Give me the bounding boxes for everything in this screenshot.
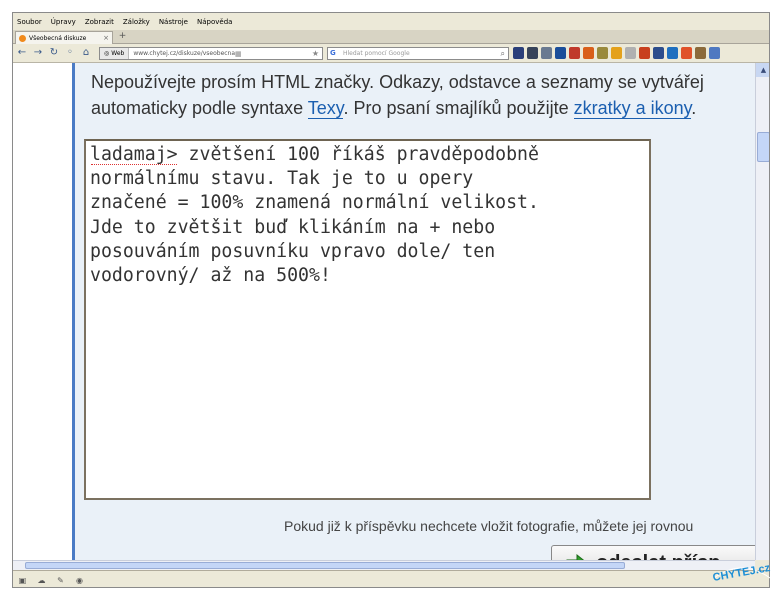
addon-8-icon[interactable] bbox=[611, 47, 622, 59]
menu-edit[interactable]: Úpravy bbox=[51, 18, 76, 26]
status-icon-4[interactable]: ◉ bbox=[74, 576, 85, 585]
address-bar[interactable]: ◎ Web www.chytej.cz/diskuze/vseobecna ▦ … bbox=[99, 47, 323, 60]
vertical-scrollbar[interactable]: ▲ bbox=[755, 63, 769, 560]
addon-11-icon[interactable] bbox=[653, 47, 664, 59]
feed-icon[interactable]: ▦ bbox=[235, 50, 245, 58]
google-engine-icon[interactable]: G bbox=[330, 49, 340, 58]
scroll-up-icon[interactable]: ▲ bbox=[756, 63, 769, 77]
tab-title: Všeobecná diskuze bbox=[29, 34, 87, 42]
comment-textarea[interactable]: ladamaj> zvětšení 100 říkáš pravděpodobn… bbox=[86, 141, 649, 498]
comment-form: Nepoužívejte prosím HTML značky. Odkazy,… bbox=[75, 63, 755, 560]
back-arrow-icon[interactable]: ← bbox=[15, 46, 29, 60]
hint-line-2: automaticky podle syntaxe Texy. Pro psan… bbox=[91, 95, 755, 121]
addon-2-icon[interactable] bbox=[527, 47, 538, 59]
addon-7-icon[interactable] bbox=[597, 47, 608, 59]
addon-14-icon[interactable] bbox=[695, 47, 706, 59]
page-left-margin bbox=[13, 63, 72, 560]
addon-15-icon[interactable] bbox=[709, 47, 720, 59]
tab-strip: Všeobecná diskuze × + bbox=[13, 30, 769, 44]
addon-5-icon[interactable] bbox=[569, 47, 580, 59]
forward-arrow-icon[interactable]: → bbox=[31, 46, 45, 60]
hint-text-a: automaticky podle syntaxe bbox=[91, 98, 308, 118]
submit-label: odeslat přísp bbox=[596, 552, 720, 561]
search-box[interactable]: G Hledat pomocí Google ⌕ bbox=[327, 47, 509, 60]
tab-close-icon[interactable]: × bbox=[103, 34, 109, 42]
hint-text-c: . bbox=[691, 98, 697, 118]
site-favicon-icon bbox=[19, 34, 26, 42]
menu-view[interactable]: Zobrazit bbox=[85, 18, 114, 26]
horizontal-scrollbar[interactable] bbox=[13, 560, 755, 570]
status-icon-cloud[interactable]: ☁ bbox=[36, 576, 47, 585]
globe-icon: ◎ bbox=[104, 50, 110, 57]
vertical-scroll-thumb[interactable] bbox=[757, 132, 769, 162]
addon-3-icon[interactable] bbox=[541, 47, 552, 59]
logo-text: CHYTEJ.cz bbox=[712, 562, 772, 584]
menu-bookmarks[interactable]: Záložky bbox=[123, 18, 150, 26]
url-text: www.chytej.cz/diskuze/vseobecna bbox=[133, 50, 236, 57]
addon-4-icon[interactable] bbox=[555, 47, 566, 59]
hint-line-1: Nepoužívejte prosím HTML značky. Odkazy,… bbox=[91, 72, 704, 92]
menu-help[interactable]: Nápověda bbox=[197, 18, 232, 26]
horizontal-scroll-thumb[interactable] bbox=[25, 562, 625, 569]
bookmark-star-icon[interactable]: ★ bbox=[312, 49, 322, 58]
site-identity-label: Web bbox=[111, 50, 125, 57]
reload-icon[interactable]: ↻ bbox=[47, 46, 61, 60]
status-bar: ▣ ☁ ✎ ◉ bbox=[13, 570, 769, 587]
addon-13-icon[interactable] bbox=[681, 47, 692, 59]
search-placeholder: Hledat pomocí Google bbox=[343, 50, 410, 57]
tab-active[interactable]: Všeobecná diskuze × bbox=[15, 31, 113, 44]
menu-tools[interactable]: Nástroje bbox=[159, 18, 188, 26]
status-icon-3[interactable]: ✎ bbox=[55, 576, 66, 585]
addon-6-icon[interactable] bbox=[583, 47, 594, 59]
comment-editor: ladamaj> zvětšení 100 říkáš pravděpodobn… bbox=[84, 139, 651, 500]
hint-text-b: . Pro psaní smajlíků použijte bbox=[343, 98, 574, 118]
addon-12-icon[interactable] bbox=[667, 47, 678, 59]
status-icon-1[interactable]: ▣ bbox=[17, 576, 28, 585]
browser-window: Soubor Úpravy Zobrazit Záložky Nástroje … bbox=[12, 12, 770, 588]
smileys-link[interactable]: zkratky a ikony bbox=[573, 98, 692, 119]
addon-toolbar bbox=[513, 47, 720, 59]
green-arrow-icon bbox=[566, 553, 585, 560]
search-magnifier-icon[interactable]: ⌕ bbox=[501, 49, 505, 59]
texy-link[interactable]: Texy bbox=[307, 98, 344, 119]
addon-10-icon[interactable] bbox=[639, 47, 650, 59]
menu-file[interactable]: Soubor bbox=[17, 18, 42, 26]
new-tab-button[interactable]: + bbox=[117, 31, 128, 42]
menu-bar: Soubor Úpravy Zobrazit Záložky Nástroje … bbox=[13, 13, 769, 30]
photo-note: Pokud již k příspěvku nechcete vložit fo… bbox=[284, 518, 694, 534]
formatting-hint: Nepoužívejte prosím HTML značky. Odkazy,… bbox=[91, 69, 755, 121]
stop-icon[interactable]: ◦ bbox=[63, 46, 77, 60]
addon-1-icon[interactable] bbox=[513, 47, 524, 59]
site-identity-button[interactable]: ◎ Web bbox=[100, 48, 130, 59]
home-icon[interactable]: ⌂ bbox=[79, 46, 93, 60]
navigation-toolbar: ← → ↻ ◦ ⌂ ◎ Web www.chytej.cz/diskuze/vs… bbox=[13, 44, 769, 63]
chytej-logo: CHYTEJ.cz bbox=[712, 562, 772, 584]
addon-9-icon[interactable] bbox=[625, 47, 636, 59]
page-viewport: Nepoužívejte prosím HTML značky. Odkazy,… bbox=[13, 63, 755, 560]
spellcheck-underline bbox=[91, 164, 177, 165]
